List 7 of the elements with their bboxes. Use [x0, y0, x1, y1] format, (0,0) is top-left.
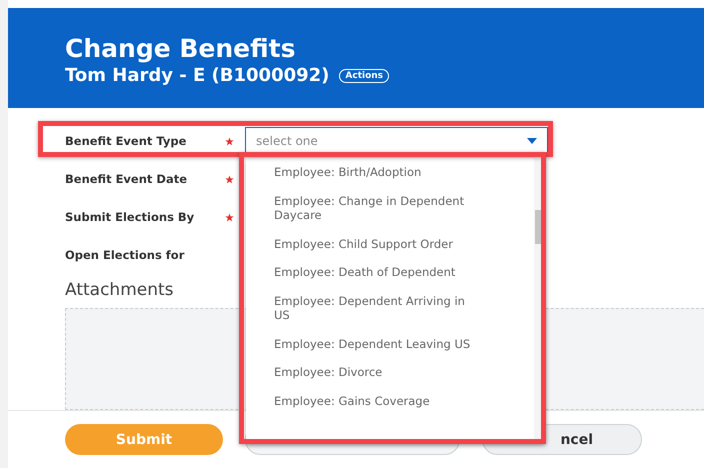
field-label: Open Elections for: [65, 248, 186, 262]
section-heading: Attachments: [65, 280, 175, 300]
field-label: Benefit Event Date: [65, 172, 188, 186]
employee-name: Tom Hardy - E (B1000092): [65, 64, 330, 88]
field-label: Benefit Event Type: [65, 134, 188, 148]
field-label: Submit Elections By: [65, 210, 196, 224]
page-title: Change Benefits: [65, 34, 296, 64]
